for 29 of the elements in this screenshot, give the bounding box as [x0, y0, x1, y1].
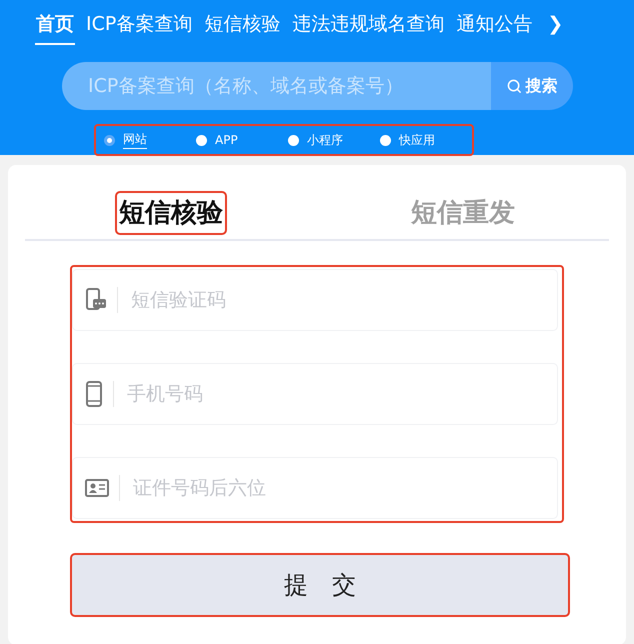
nav-tab[interactable]: 通知公告: [455, 8, 534, 45]
more-arrow[interactable]: ❯: [547, 12, 564, 40]
form-tab[interactable]: 短信核验: [115, 191, 227, 235]
input-field[interactable]: 手机号码: [72, 363, 558, 425]
search-button[interactable]: 搜索: [491, 62, 573, 110]
radio-label: 快应用: [399, 132, 435, 148]
type-radio[interactable]: 小程序: [288, 132, 380, 148]
radio-label: 网站: [123, 131, 147, 149]
text-input[interactable]: 手机号码: [125, 382, 557, 406]
form-tab[interactable]: 短信重发: [407, 191, 519, 235]
input-field[interactable]: 证件号码后六位: [72, 457, 558, 519]
search-field[interactable]: ICP备案查询（名称、域名或备案号）: [62, 62, 491, 110]
phone-icon: [85, 381, 103, 407]
text-input[interactable]: 证件号码后六位: [131, 476, 557, 500]
type-radio[interactable]: APP: [196, 133, 288, 147]
id-card-icon: [85, 479, 109, 497]
nav-tab[interactable]: 短信核验: [203, 8, 282, 45]
type-radio[interactable]: 网站: [104, 131, 196, 149]
input-field[interactable]: 短信验证码: [72, 269, 558, 331]
submit-button[interactable]: 提 交: [70, 553, 570, 617]
type-radio[interactable]: 快应用: [380, 132, 472, 148]
radio-label: 小程序: [307, 132, 343, 148]
radio-label: APP: [215, 133, 238, 147]
text-input[interactable]: 短信验证码: [129, 288, 557, 312]
phone-message-icon: [85, 288, 107, 312]
search-icon: [506, 78, 522, 94]
nav-tab[interactable]: 违法违规域名查询: [291, 8, 446, 45]
nav-tab[interactable]: ICP备案查询: [85, 8, 194, 45]
nav-tab[interactable]: 首页: [35, 8, 75, 45]
